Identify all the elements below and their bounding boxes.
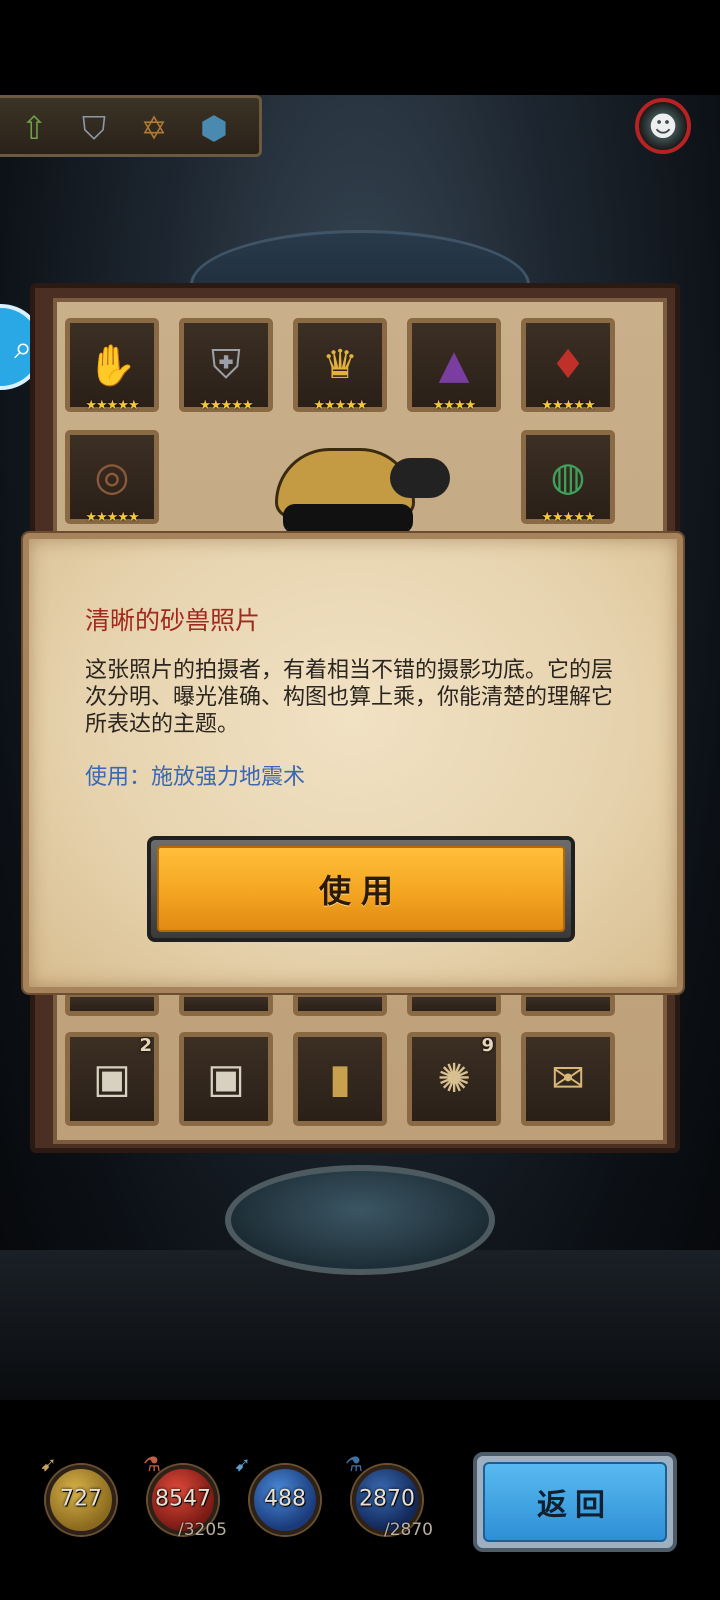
item-count: 2 (139, 1035, 152, 1056)
back-button-label: 返回 (483, 1462, 667, 1542)
item-title: 清晰的砂兽照片 (85, 606, 261, 635)
shield-icon[interactable]: ⛉ (72, 106, 116, 150)
health-value: 8547 (155, 1486, 211, 1512)
item-stars: ★★★★★ (541, 398, 595, 413)
item-stars: ★★★★★ (85, 398, 139, 413)
gold-resource[interactable]: 727 (46, 1465, 116, 1535)
mana-resource[interactable]: 488 (250, 1465, 320, 1535)
item-stars: ★★★★★ (541, 510, 595, 525)
inventory-slot-ring[interactable]: ◍ ★★★★★ (521, 430, 615, 525)
mana-value: 488 (264, 1486, 306, 1512)
inventory-slot-hidden[interactable] (521, 992, 615, 1016)
amulet-icon: ♦ (550, 342, 586, 388)
gold-card-icon: ▮ (328, 1056, 351, 1102)
item-stars: ★★★★★ (85, 510, 139, 525)
emerald-ring-icon: ◍ (550, 454, 586, 500)
belt-icon: ◎ (94, 454, 130, 500)
inventory-slot-card[interactable]: ▮ (293, 1032, 387, 1126)
character-cap (390, 458, 450, 498)
inventory-slot-hidden[interactable] (179, 992, 273, 1016)
inventory-slot-map[interactable]: ✉ (521, 1032, 615, 1126)
use-button[interactable]: 使用 (147, 836, 575, 942)
map-scroll-icon: ✉ (551, 1056, 585, 1102)
inventory-slot-wizard-hat[interactable]: ▲ ★★★★ (407, 318, 501, 413)
blue-max: /2870 (384, 1520, 433, 1540)
use-button-label: 使用 (157, 846, 565, 932)
arrow-up-icon[interactable]: ⇧ (12, 106, 56, 150)
mana-orb-icon: ➹ (234, 1452, 251, 1476)
inventory-slot-book[interactable]: ✺ 9 (407, 1032, 501, 1126)
profile-avatar-button[interactable]: ☻ (635, 98, 691, 154)
scroll-book-icon: ✺ (437, 1056, 471, 1102)
gold-value: 727 (60, 1486, 102, 1512)
wizard-hat-icon: ▲ (438, 342, 470, 388)
item-stars: ★★★★★ (313, 398, 367, 413)
item-stars: ★★★★ (432, 398, 477, 413)
item-detail-dialog: 清晰的砂兽照片 这张照片的拍摄者，有着相当不错的摄影功底。它的层次分明、曝光准确… (23, 533, 683, 993)
item-stars: ★★★★★ (199, 398, 253, 413)
character-sprite (245, 440, 495, 540)
inventory-slot-crown[interactable]: ♛ ★★★★★ (293, 318, 387, 413)
inventory-slot-gauntlet[interactable]: ✋ ★★★★★ (65, 318, 159, 413)
chainmail-icon: ⛨ (211, 342, 241, 388)
hexagram-icon[interactable]: ✡ (132, 106, 176, 150)
photo-rose-icon: ▣ (93, 1056, 131, 1102)
back-button[interactable]: 返回 (473, 1452, 677, 1552)
item-usage: 使用：施放强力地震术 (85, 765, 306, 790)
crown-icon: ♛ (322, 342, 358, 388)
inventory-slot-photo[interactable]: ▣ 2 (65, 1032, 159, 1126)
inventory-slot-hidden[interactable] (65, 992, 159, 1016)
blue-value: 2870 (359, 1486, 415, 1512)
monster-avatar-icon: ☻ (648, 109, 678, 143)
item-description: 这张照片的拍摄者，有着相当不错的摄影功底。它的层次分明、曝光准确、构图也算上乘，… (85, 658, 614, 737)
inventory-slot-chainmail[interactable]: ⛨ ★★★★★ (179, 318, 273, 413)
inventory-slot-amulet[interactable]: ♦ ★★★★★ (521, 318, 615, 413)
star-basin (225, 1165, 495, 1275)
character-sunglasses (283, 504, 413, 534)
inventory-slot-belt[interactable]: ◎ ★★★★★ (65, 430, 159, 525)
gauntlet-icon: ✋ (87, 342, 137, 389)
health-max: /3205 (178, 1520, 227, 1540)
turtle-shell-icon[interactable]: ⬢ (192, 106, 236, 150)
inventory-slot-hidden[interactable] (407, 992, 501, 1016)
inventory-slot-photo[interactable]: ▣ (179, 1032, 273, 1126)
photo-rose-icon: ▣ (207, 1056, 245, 1102)
inventory-slot-hidden[interactable] (293, 992, 387, 1016)
top-toolbar: ⇧ ⛉ ✡ ⬢ (0, 95, 262, 157)
item-count: 9 (481, 1035, 494, 1056)
